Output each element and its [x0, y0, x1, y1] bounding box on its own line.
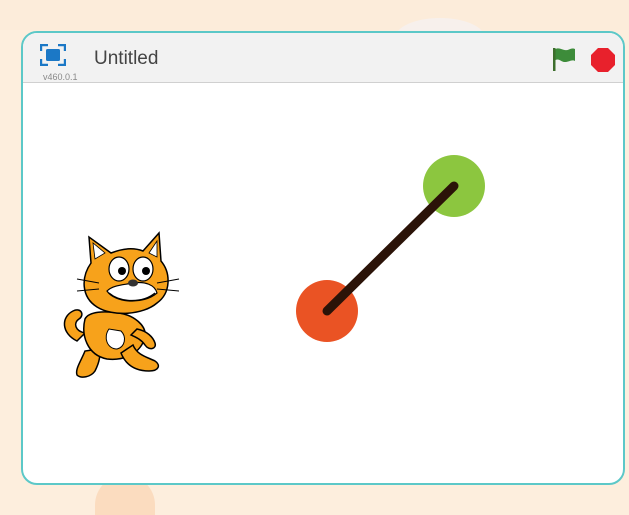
stage-canvas[interactable]: [23, 83, 623, 483]
drawn-line: [322, 181, 459, 316]
stage-window: Untitled v460.0.1: [21, 31, 625, 485]
stage-titlebar: Untitled v460.0.1: [23, 33, 623, 83]
green-flag-icon[interactable]: [550, 46, 578, 72]
version-label: v460.0.1: [43, 72, 78, 82]
project-title: Untitled: [94, 48, 159, 69]
background-band: [0, 0, 629, 30]
fullscreen-icon[interactable]: [40, 44, 66, 66]
scratch-cat-sprite[interactable]: [63, 231, 180, 378]
stop-sign-icon[interactable]: [591, 48, 615, 72]
